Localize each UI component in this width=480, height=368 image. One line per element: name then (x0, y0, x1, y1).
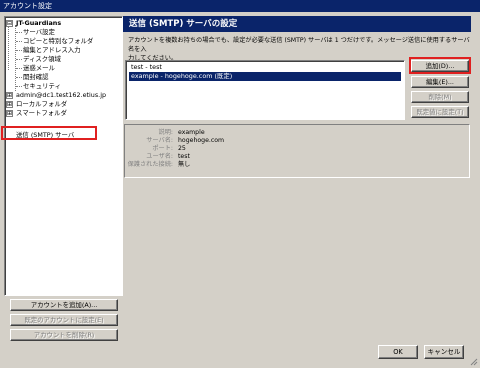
account-tree[interactable]: ⊟ JT-Guardians サーバ設定 コピーと特別なフォルダ 編集とアドレス… (4, 16, 123, 296)
tree-branch (16, 41, 22, 42)
detail-value: 25 (178, 145, 186, 152)
server-details: 説明: example サーバ名: hogehoge.com ポート: 25 ユ… (124, 124, 470, 178)
cancel-button[interactable]: キャンセル (424, 345, 464, 359)
delete-server-button[interactable]: 削除(M) (411, 91, 469, 103)
detail-value: example (178, 129, 205, 136)
list-item[interactable]: test - test (129, 63, 401, 72)
tree-item-composition[interactable]: 編集とアドレス入力 (23, 46, 81, 55)
set-default-server-button[interactable]: 既定値に設定(T) (411, 106, 469, 118)
edit-server-button[interactable]: 編集(E)... (411, 76, 469, 88)
highlight-box-add (409, 57, 471, 74)
tree-item-disk-space[interactable]: ディスク領域 (23, 55, 61, 64)
expand-icon[interactable]: ⊞ (6, 101, 13, 108)
tree-item-return-receipts[interactable]: 開封確認 (23, 73, 49, 82)
detail-label: 保護された接続: (127, 161, 173, 168)
tree-branch (16, 77, 22, 78)
tree-item-copies-folders[interactable]: コピーと特別なフォルダ (23, 37, 93, 46)
tree-account-smart-folders[interactable]: スマートフォルダ (16, 109, 67, 118)
highlight-box-smtp (1, 126, 97, 140)
tree-account-admin[interactable]: admin@dc1.test162.etius.jp (16, 91, 106, 100)
tree-item-server-settings[interactable]: サーバ設定 (23, 28, 55, 37)
detail-label: ユーザ名: (146, 153, 173, 160)
tree-item-junk[interactable]: 迷惑メール (23, 64, 55, 73)
ok-button[interactable]: OK (378, 345, 418, 359)
list-item-selected[interactable]: example - hogehoge.com (既定) (129, 72, 401, 81)
detail-value: 無し (178, 161, 191, 168)
tree-branch (16, 68, 22, 69)
tree-branch (16, 32, 22, 33)
tree-branch (16, 50, 22, 51)
add-account-button[interactable]: アカウントを追加(A)... (10, 299, 118, 311)
window-title: アカウント設定 (0, 0, 480, 12)
detail-label: 説明: (158, 129, 173, 136)
expand-icon[interactable]: ⊞ (6, 92, 13, 99)
tree-guide-line (8, 25, 9, 70)
delete-account-button[interactable]: アカウントを削除(R) (10, 329, 118, 341)
detail-value: hogehoge.com (178, 137, 225, 144)
set-default-account-button[interactable]: 既定のアカウントに設定(E) (10, 314, 118, 326)
tree-guide-line (15, 25, 16, 91)
tree-item-security[interactable]: セキュリティ (23, 82, 61, 91)
detail-label: ポート: (152, 145, 173, 152)
detail-label: サーバ名: (146, 137, 173, 144)
collapse-icon[interactable]: ⊟ (6, 20, 13, 27)
smtp-server-list[interactable]: test - test example - hogehoge.com (既定) (125, 60, 405, 120)
expand-icon[interactable]: ⊞ (6, 110, 13, 117)
detail-value: test (178, 153, 190, 160)
tree-root-account[interactable]: JT-Guardians (16, 19, 61, 28)
tree-account-local-folders[interactable]: ローカルフォルダ (16, 100, 67, 109)
tree-branch (16, 86, 22, 87)
page-title: 送信 (SMTP) サーバの設定 (123, 16, 471, 32)
resize-grip-icon[interactable] (470, 358, 478, 366)
tree-branch (16, 59, 22, 60)
description-line: アカウントを複数お持ちの場合でも、設定が必要な送信 (SMTP) サーバは 1 … (128, 37, 470, 53)
